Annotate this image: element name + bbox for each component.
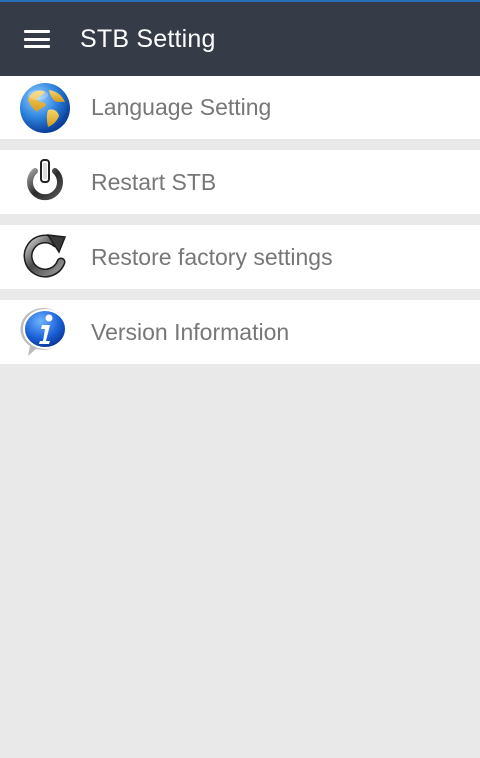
settings-item-restart[interactable]: Restart STB	[0, 150, 480, 214]
settings-item-label: Restore factory settings	[91, 243, 333, 270]
settings-list: Language Setting Restart STB Restore fac…	[0, 76, 480, 364]
settings-item-label: Restart STB	[91, 168, 217, 195]
page-title: STB Setting	[80, 24, 216, 53]
info-icon	[18, 305, 72, 359]
settings-item-label: Version Information	[91, 318, 290, 345]
settings-item-language[interactable]: Language Setting	[0, 76, 480, 139]
globe-icon	[18, 81, 72, 135]
power-icon	[18, 155, 72, 209]
app-bar: STB Setting	[0, 2, 480, 76]
hamburger-icon[interactable]	[24, 30, 50, 48]
settings-item-version[interactable]: Version Information	[0, 300, 480, 364]
refresh-icon	[18, 230, 72, 284]
settings-item-label: Language Setting	[91, 94, 272, 120]
settings-item-restore[interactable]: Restore factory settings	[0, 225, 480, 289]
